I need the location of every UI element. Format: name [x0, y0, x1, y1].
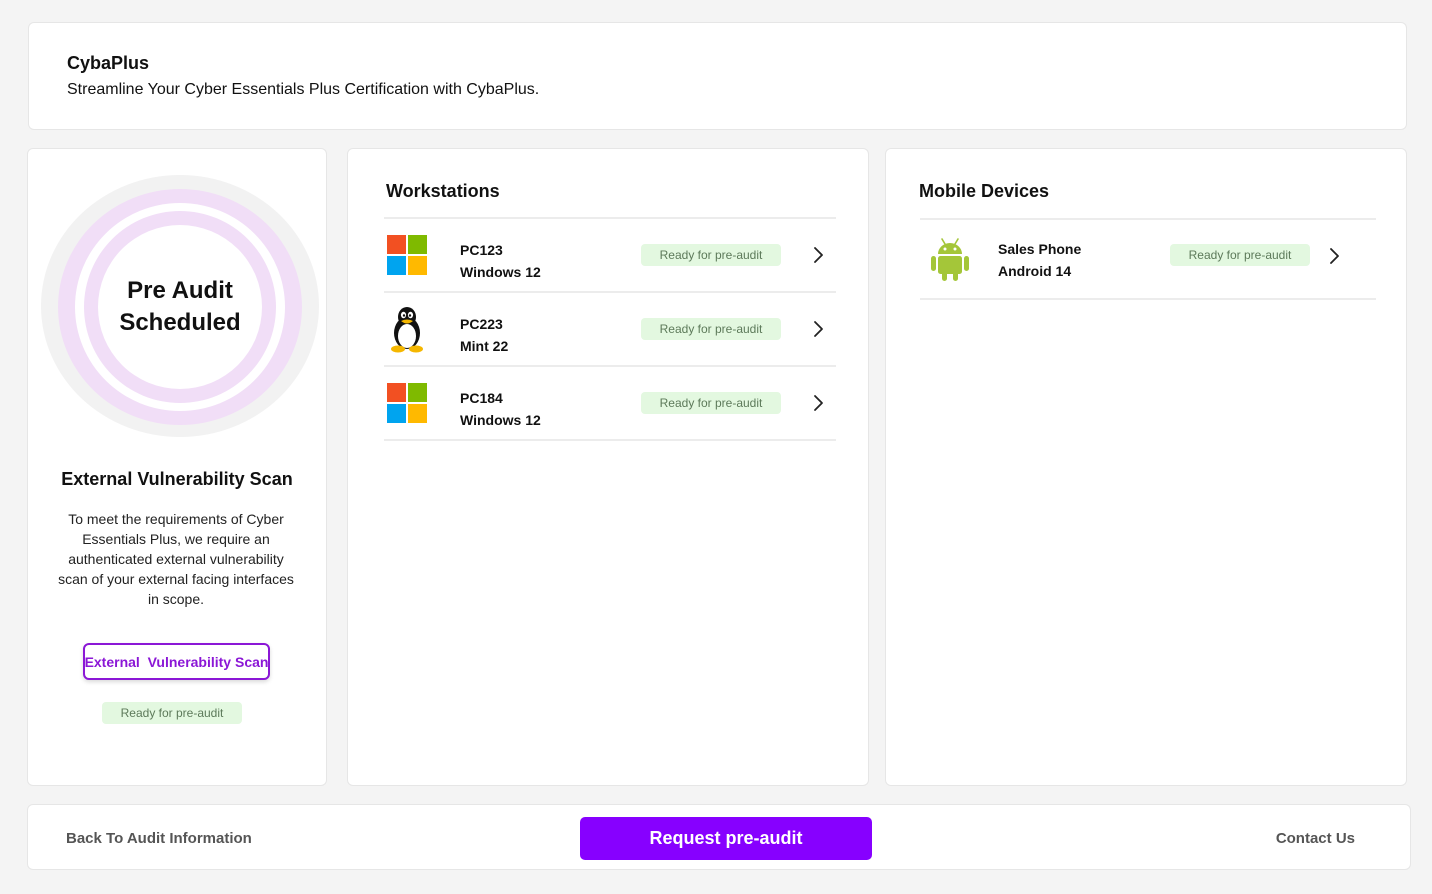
workstations-list: PC123 Windows 12 Ready for pre-audit PC2…	[384, 217, 836, 441]
request-pre-audit-button[interactable]: Request pre-audit	[580, 817, 872, 860]
mobile-devices-title: Mobile Devices	[919, 181, 1050, 201]
mobile-devices-panel: Mobile Devices Sales Phone Android 14 Re…	[885, 148, 1407, 786]
device-name: PC223	[460, 316, 503, 332]
external-scan-button[interactable]: External Vulnerability Scan	[83, 643, 270, 680]
chevron-right-icon[interactable]	[808, 245, 828, 265]
device-status-badge: Ready for pre-audit	[641, 392, 781, 414]
device-info: PC123 Windows 12	[460, 239, 541, 283]
device-status-badge: Ready for pre-audit	[641, 244, 781, 266]
chevron-right-icon[interactable]	[808, 393, 828, 413]
device-info: PC184 Windows 12	[460, 387, 541, 431]
device-info: Sales Phone Android 14	[998, 238, 1081, 282]
device-row[interactable]: PC123 Windows 12 Ready for pre-audit	[384, 219, 836, 293]
device-os: Android 14	[998, 263, 1072, 279]
audit-status-label: Pre Audit Scheduled	[119, 277, 241, 336]
chevron-right-icon[interactable]	[1324, 246, 1344, 266]
windows-icon	[387, 383, 427, 423]
android-icon	[931, 238, 969, 281]
device-os: Windows 12	[460, 412, 541, 428]
header-card: CybaPlus Streamline Your Cyber Essential…	[28, 22, 1407, 130]
workstations-title: Workstations	[386, 181, 500, 201]
windows-icon	[387, 235, 427, 275]
device-row[interactable]: PC223 Mint 22 Ready for pre-audit	[384, 293, 836, 367]
external-scan-description: To meet the requirements of Cyber Essent…	[58, 511, 294, 607]
device-name: Sales Phone	[998, 241, 1082, 257]
mobile-devices-list: Sales Phone Android 14 Ready for pre-aud…	[920, 218, 1376, 300]
device-name: PC184	[460, 390, 503, 406]
app-title: CybaPlus	[67, 53, 150, 73]
device-status-badge: Ready for pre-audit	[641, 318, 781, 340]
device-info: PC223 Mint 22	[460, 313, 508, 357]
status-ring-center: Pre Audit Scheduled	[98, 225, 262, 389]
back-to-audit-link[interactable]: Back To Audit Information	[66, 830, 252, 847]
footer-bar: Back To Audit Information Request pre-au…	[27, 804, 1411, 870]
external-scan-status-badge: Ready for pre-audit	[102, 702, 242, 724]
device-name: PC123	[460, 242, 503, 258]
contact-us-link[interactable]: Contact Us	[1276, 830, 1355, 847]
device-row[interactable]: Sales Phone Android 14 Ready for pre-aud…	[920, 220, 1376, 300]
external-scan-title: External Vulnerability Scan	[61, 469, 293, 489]
device-row[interactable]: PC184 Windows 12 Ready for pre-audit	[384, 367, 836, 441]
tagline: Streamline Your Cyber Essentials Plus Ce…	[67, 81, 540, 98]
chevron-right-icon[interactable]	[808, 319, 828, 339]
device-status-badge: Ready for pre-audit	[1170, 244, 1310, 266]
workstations-panel: Workstations PC123 Windows 12 Ready for …	[347, 148, 869, 786]
audit-status-panel: Pre Audit Scheduled External Vulnerabili…	[27, 148, 327, 786]
device-os: Mint 22	[460, 338, 509, 354]
device-os: Windows 12	[460, 264, 541, 280]
linux-tux-icon	[391, 307, 423, 353]
